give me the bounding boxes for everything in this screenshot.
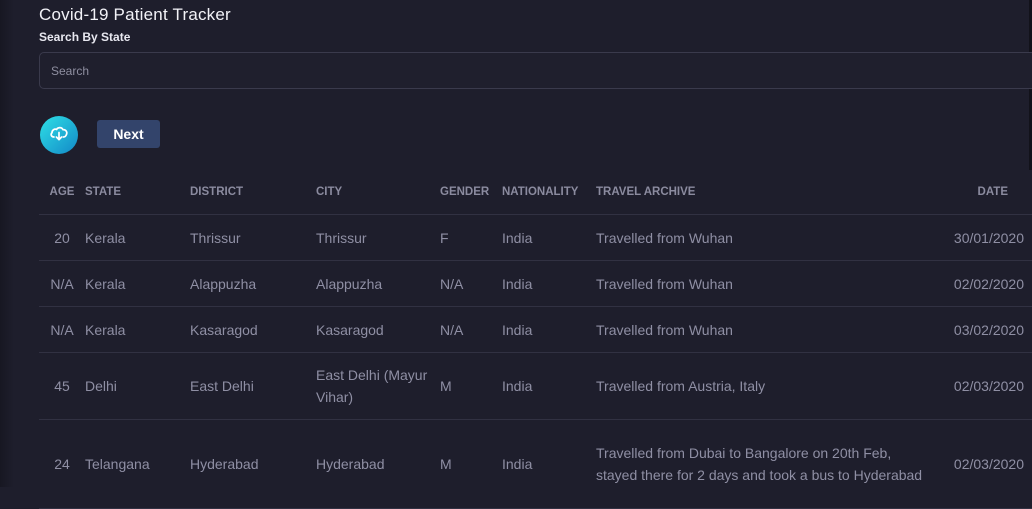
cell-age: 24 xyxy=(39,419,85,509)
header-state[interactable]: STATE xyxy=(85,170,190,215)
cell-age: N/A xyxy=(39,260,85,307)
cell-nationality: India xyxy=(502,419,596,509)
table-row: N/A Kerala Kasaragod Kasaragod N/A India… xyxy=(39,306,1032,353)
table-row: 20 Kerala Thrissur Thrissur F India Trav… xyxy=(39,214,1032,261)
cell-gender: F xyxy=(440,214,502,261)
cell-nationality: India xyxy=(502,352,596,420)
cell-nationality: India xyxy=(502,306,596,353)
cell-district: Hyderabad xyxy=(190,419,316,509)
cell-state: Kerala xyxy=(85,306,190,353)
table-row: N/A Kerala Alappuzha Alappuzha N/A India… xyxy=(39,260,1032,307)
cell-date: 02/02/2020 xyxy=(934,260,1032,307)
cell-nationality: India xyxy=(502,260,596,307)
header-age[interactable]: AGE xyxy=(39,170,85,215)
cell-travel: Travelled from Wuhan xyxy=(596,260,934,307)
cell-travel: Travelled from Austria, Italy xyxy=(596,352,934,420)
header-district[interactable]: DISTRICT xyxy=(190,170,316,215)
header-travel-archive[interactable]: TRAVEL ARCHIVE xyxy=(596,170,934,215)
cell-travel: Travelled from Dubai to Bangalore on 20t… xyxy=(596,419,934,509)
cell-city: Hyderabad xyxy=(316,419,440,509)
search-input[interactable] xyxy=(40,53,1032,88)
cell-city: Kasaragod xyxy=(316,306,440,353)
patient-table: AGE STATE DISTRICT CITY GENDER NATIONALI… xyxy=(39,170,1032,509)
next-button[interactable]: Next xyxy=(97,120,160,148)
cell-state: Delhi xyxy=(85,352,190,420)
cell-date: 30/01/2020 xyxy=(934,214,1032,261)
download-button[interactable] xyxy=(40,116,78,154)
cloud-download-icon xyxy=(49,124,69,147)
cell-district: Thrissur xyxy=(190,214,316,261)
cell-gender: N/A xyxy=(440,260,502,307)
cell-age: 20 xyxy=(39,214,85,261)
cell-state: Kerala xyxy=(85,260,190,307)
table-row: 45 Delhi East Delhi East Delhi (Mayur Vi… xyxy=(39,352,1032,420)
cell-state: Telangana xyxy=(85,419,190,509)
cell-district: Alappuzha xyxy=(190,260,316,307)
cell-gender: N/A xyxy=(440,306,502,353)
table-header-row: AGE STATE DISTRICT CITY GENDER NATIONALI… xyxy=(39,170,1032,215)
cell-travel: Travelled from Wuhan xyxy=(596,214,934,261)
cell-nationality: India xyxy=(502,214,596,261)
cell-state: Kerala xyxy=(85,214,190,261)
cell-city: Alappuzha xyxy=(316,260,440,307)
page-title: Covid-19 Patient Tracker xyxy=(39,5,231,24)
cell-city: East Delhi (Mayur Vihar) xyxy=(316,352,440,420)
header-nationality[interactable]: NATIONALITY xyxy=(502,170,596,215)
page-left-shade xyxy=(0,0,14,487)
cell-travel: Travelled from Wuhan xyxy=(596,306,934,353)
search-label: Search By State xyxy=(39,30,131,44)
header-city[interactable]: CITY xyxy=(316,170,440,215)
cell-date: 02/03/2020 xyxy=(934,352,1032,420)
cell-city: Thrissur xyxy=(316,214,440,261)
cell-age: N/A xyxy=(39,306,85,353)
cell-date: 03/02/2020 xyxy=(934,306,1032,353)
cell-date: 02/03/2020 xyxy=(934,419,1032,509)
header-gender[interactable]: GENDER xyxy=(440,170,502,215)
cell-gender: M xyxy=(440,352,502,420)
table-row: 24 Telangana Hyderabad Hyderabad M India… xyxy=(39,419,1032,509)
cell-gender: M xyxy=(440,419,502,509)
header-date[interactable]: DATE xyxy=(934,170,1032,215)
search-box xyxy=(39,52,1032,89)
cell-age: 45 xyxy=(39,352,85,420)
cell-district: Kasaragod xyxy=(190,306,316,353)
cell-district: East Delhi xyxy=(190,352,316,420)
